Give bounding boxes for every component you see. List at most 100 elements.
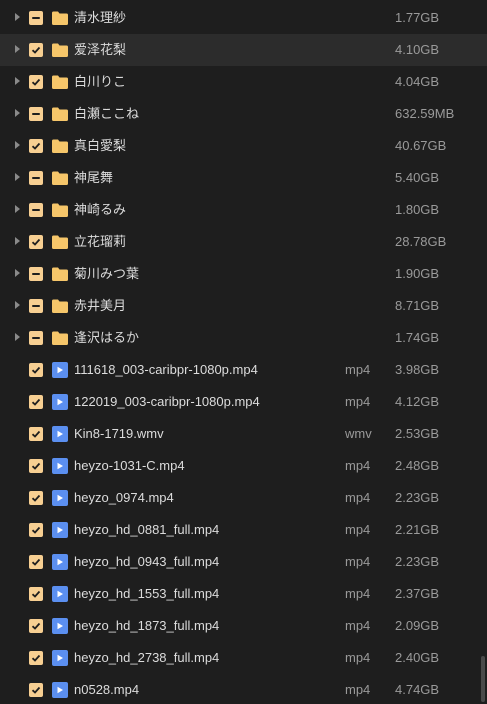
folder-row[interactable]: 真白愛梨 40.67GB [0, 130, 487, 162]
chevron-right-icon[interactable] [15, 77, 20, 85]
chevron-right-icon[interactable] [15, 109, 20, 117]
file-extension: mp4 [345, 554, 371, 569]
video-file-icon [52, 554, 68, 570]
file-name: heyzo_0974.mp4 [74, 490, 174, 505]
file-row[interactable]: heyzo_hd_2738_full.mp4 mp4 2.40GB [0, 642, 487, 674]
chevron-right-icon[interactable] [15, 301, 20, 309]
folder-size: 1.90GB [395, 266, 440, 281]
folder-row[interactable]: 爱泽花梨 4.10GB [0, 34, 487, 66]
folder-icon [52, 107, 68, 121]
file-row[interactable]: heyzo_hd_1553_full.mp4 mp4 2.37GB [0, 578, 487, 610]
file-row[interactable]: Kin8-1719.wmv wmv 2.53GB [0, 418, 487, 450]
chevron-right-icon[interactable] [15, 333, 20, 341]
file-size: 2.23GB [395, 554, 440, 569]
chevron-right-icon[interactable] [15, 173, 20, 181]
file-row[interactable]: heyzo_hd_1873_full.mp4 mp4 2.09GB [0, 610, 487, 642]
chevron-right-icon[interactable] [15, 141, 20, 149]
folder-row[interactable]: 逢沢はるか 1.74GB [0, 322, 487, 354]
file-size: 3.98GB [395, 362, 440, 377]
check-icon [31, 622, 41, 630]
checked-checkbox[interactable] [29, 75, 43, 89]
check-icon [31, 654, 41, 662]
partial-checkbox[interactable] [29, 107, 43, 121]
file-size: 2.21GB [395, 522, 440, 537]
checked-checkbox[interactable] [29, 363, 43, 377]
video-file-icon [52, 586, 68, 602]
check-icon [31, 462, 41, 470]
vertical-scrollbar[interactable] [481, 656, 485, 702]
checked-checkbox[interactable] [29, 235, 43, 249]
file-size: 2.48GB [395, 458, 440, 473]
check-icon [31, 590, 41, 598]
folder-row[interactable]: 立花瑠莉 28.78GB [0, 226, 487, 258]
folder-icon [52, 203, 68, 217]
checked-checkbox[interactable] [29, 459, 43, 473]
folder-icon [52, 267, 68, 281]
chevron-right-icon[interactable] [15, 45, 20, 53]
folder-row[interactable]: 赤井美月 8.71GB [0, 290, 487, 322]
file-row[interactable]: heyzo_hd_0881_full.mp4 mp4 2.21GB [0, 514, 487, 546]
folder-name: 立花瑠莉 [74, 234, 127, 249]
checked-checkbox[interactable] [29, 683, 43, 697]
file-size: 2.09GB [395, 618, 440, 633]
partial-checkbox[interactable] [29, 267, 43, 281]
folder-icon [52, 139, 68, 153]
folder-row[interactable]: 白瀬ここね 632.59MB [0, 98, 487, 130]
check-icon [31, 430, 41, 438]
file-extension: mp4 [345, 490, 371, 505]
file-row[interactable]: heyzo_hd_0943_full.mp4 mp4 2.23GB [0, 546, 487, 578]
check-icon [31, 142, 41, 150]
file-row[interactable]: 122019_003-caribpr-1080p.mp4 mp4 4.12GB [0, 386, 487, 418]
folder-size: 632.59MB [395, 106, 455, 121]
checked-checkbox[interactable] [29, 651, 43, 665]
folder-row[interactable]: 神崎るみ 1.80GB [0, 194, 487, 226]
folder-name: 神尾舞 [74, 170, 114, 185]
partial-checkbox[interactable] [29, 299, 43, 313]
file-row[interactable]: heyzo_0974.mp4 mp4 2.23GB [0, 482, 487, 514]
checked-checkbox[interactable] [29, 395, 43, 409]
chevron-right-icon[interactable] [15, 205, 20, 213]
partial-checkbox[interactable] [29, 203, 43, 217]
file-name: Kin8-1719.wmv [74, 426, 164, 441]
partial-checkbox[interactable] [29, 11, 43, 25]
video-file-icon [52, 650, 68, 666]
chevron-right-icon[interactable] [15, 269, 20, 277]
file-extension: mp4 [345, 458, 371, 473]
file-size: 2.37GB [395, 586, 440, 601]
folder-row[interactable]: 神尾舞 5.40GB [0, 162, 487, 194]
chevron-right-icon[interactable] [15, 237, 20, 245]
checked-checkbox[interactable] [29, 523, 43, 537]
chevron-right-icon[interactable] [15, 13, 20, 21]
folder-row[interactable]: 清水理紗 1.77GB [0, 2, 487, 34]
folder-size: 4.10GB [395, 42, 440, 57]
folder-size: 1.74GB [395, 330, 440, 345]
file-name: heyzo-1031-C.mp4 [74, 458, 185, 473]
folder-name: 清水理紗 [74, 10, 127, 25]
checked-checkbox[interactable] [29, 555, 43, 569]
checked-checkbox[interactable] [29, 139, 43, 153]
checked-checkbox[interactable] [29, 427, 43, 441]
checked-checkbox[interactable] [29, 491, 43, 505]
folder-name: 白川りこ [74, 74, 127, 89]
file-size: 4.74GB [395, 682, 440, 697]
check-icon [31, 494, 41, 502]
file-name: 122019_003-caribpr-1080p.mp4 [74, 394, 260, 409]
file-size: 4.12GB [395, 394, 440, 409]
video-file-icon [52, 394, 68, 410]
folder-row[interactable]: 白川りこ 4.04GB [0, 66, 487, 98]
checked-checkbox[interactable] [29, 43, 43, 57]
folder-row[interactable]: 菊川みつ葉 1.90GB [0, 258, 487, 290]
file-row[interactable]: heyzo-1031-C.mp4 mp4 2.48GB [0, 450, 487, 482]
partial-checkbox[interactable] [29, 171, 43, 185]
checked-checkbox[interactable] [29, 619, 43, 633]
checked-checkbox[interactable] [29, 587, 43, 601]
partial-checkbox[interactable] [29, 331, 43, 345]
video-file-icon [52, 618, 68, 634]
file-row[interactable]: n0528.mp4 mp4 4.74GB [0, 674, 487, 704]
file-extension: mp4 [345, 362, 371, 377]
folder-icon [52, 331, 68, 345]
file-extension: wmv [345, 426, 372, 441]
file-row[interactable]: 111618_003-caribpr-1080p.mp4 mp4 3.98GB [0, 354, 487, 386]
folder-icon [52, 11, 68, 25]
folder-icon [52, 299, 68, 313]
